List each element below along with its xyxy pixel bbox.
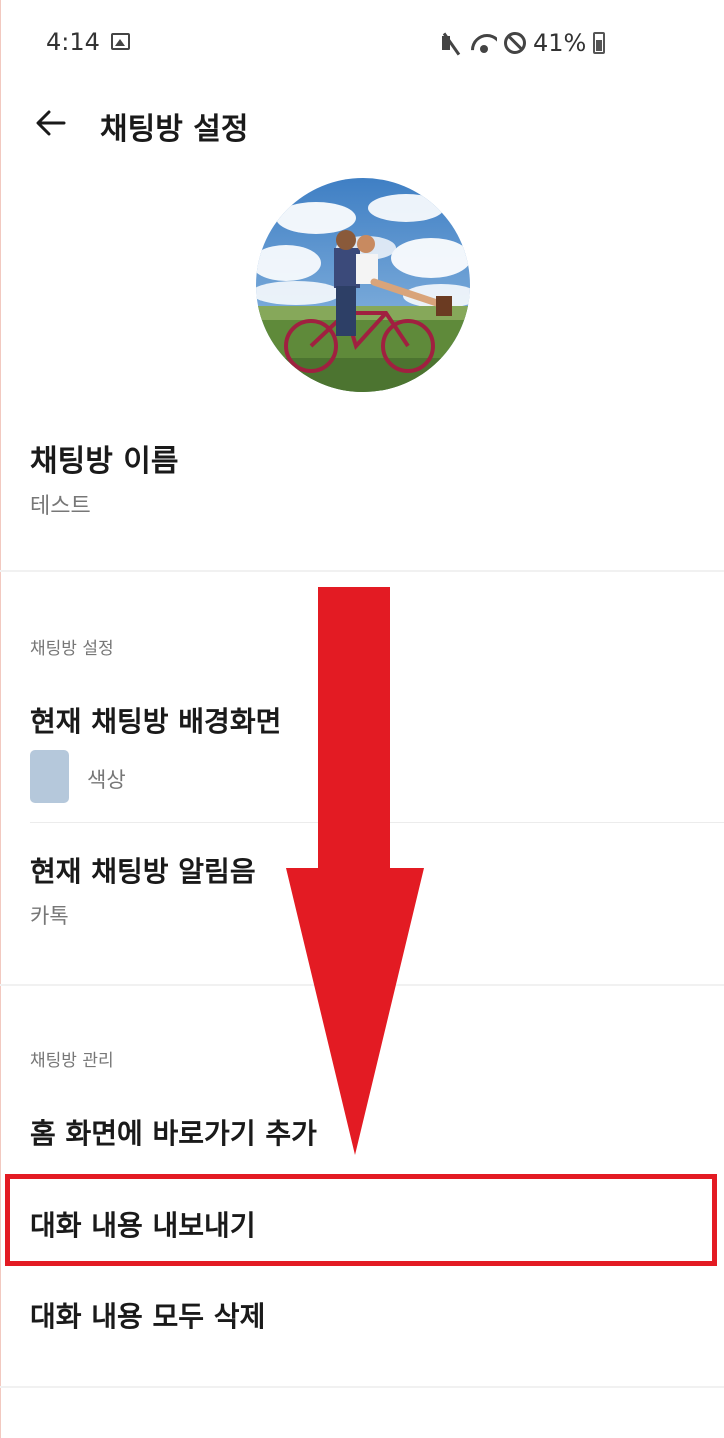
room-name-value: 테스트 xyxy=(30,494,91,519)
mute-icon xyxy=(440,32,464,56)
arrow-left-icon xyxy=(36,110,66,136)
page-title: 채팅방 설정 xyxy=(100,112,249,147)
section-divider xyxy=(0,570,724,572)
background-type-label: 색상 xyxy=(87,768,126,792)
section-divider xyxy=(0,1386,724,1388)
wifi-icon xyxy=(471,32,497,54)
export-chat-row[interactable]: 대화 내용 내보내기 xyxy=(30,1204,256,1244)
status-bar: 4:14 41% xyxy=(0,0,724,88)
do-not-disturb-icon xyxy=(504,32,526,54)
delete-all-chat-row[interactable]: 대화 내용 모두 삭제 xyxy=(30,1295,265,1335)
notification-sound-row[interactable]: 현재 채팅방 알림음 xyxy=(30,850,256,890)
room-name-label[interactable]: 채팅방 이름 xyxy=(30,436,178,480)
left-edge-line xyxy=(0,0,1,1438)
chatroom-profile-image[interactable] xyxy=(256,178,470,392)
section-header-management: 채팅방 관리 xyxy=(30,1051,114,1071)
battery-icon xyxy=(593,32,606,54)
background-color-swatch xyxy=(30,750,69,803)
red-down-arrow xyxy=(286,587,424,1155)
status-time: 4:14 xyxy=(46,28,100,56)
item-divider xyxy=(30,822,724,823)
battery-percent: 41% xyxy=(533,29,587,57)
back-button[interactable] xyxy=(30,102,72,144)
gallery-icon xyxy=(111,33,130,50)
notification-sound-value: 카톡 xyxy=(30,904,69,928)
background-setting-row[interactable]: 현재 채팅방 배경화면 xyxy=(30,700,281,740)
status-icons: 41% xyxy=(440,28,606,58)
add-home-shortcut-row[interactable]: 홈 화면에 바로가기 추가 xyxy=(30,1112,317,1152)
section-header-settings: 채팅방 설정 xyxy=(30,639,114,659)
section-divider xyxy=(0,984,724,986)
couple-on-bicycle-photo xyxy=(256,178,470,392)
